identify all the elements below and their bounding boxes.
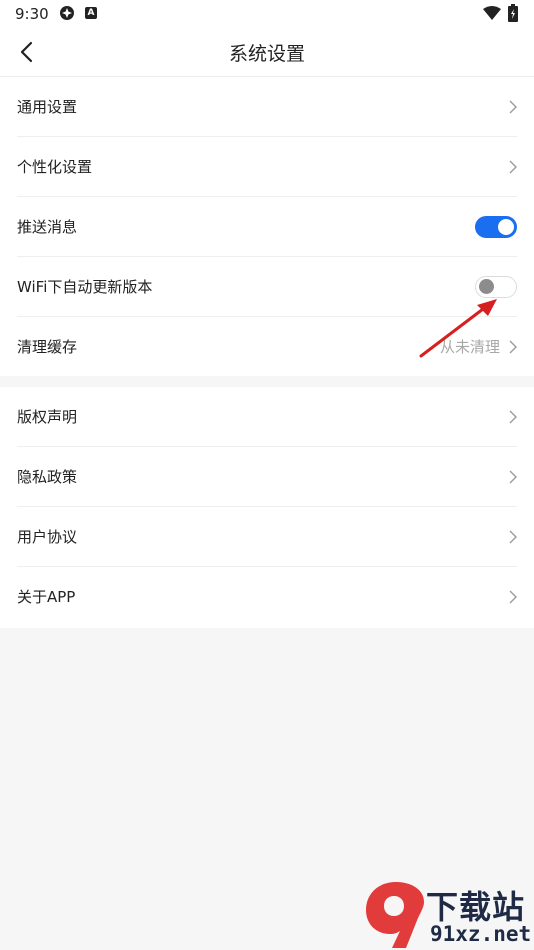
wifi-icon	[483, 6, 501, 20]
row-label: 版权声明	[17, 408, 78, 426]
chevron-right-icon	[509, 100, 517, 114]
row-about-app[interactable]: 关于APP	[0, 567, 534, 627]
row-label: 通用设置	[17, 98, 78, 116]
row-label: 用户协议	[17, 528, 78, 546]
watermark-logo-icon	[366, 882, 424, 948]
push-toggle[interactable]	[475, 216, 517, 238]
row-label: 个性化设置	[17, 158, 93, 176]
row-push-notifications: 推送消息	[0, 197, 534, 257]
row-label: 关于APP	[17, 588, 76, 606]
row-label: 清理缓存	[17, 338, 78, 356]
row-label: 隐私政策	[17, 468, 78, 486]
chevron-right-icon	[509, 590, 517, 604]
row-label: 推送消息	[17, 218, 78, 236]
toggle-knob	[498, 219, 514, 235]
annotation-arrow-icon	[419, 299, 497, 358]
status-bar: 9:30 A	[0, 0, 534, 28]
row-personalization[interactable]: 个性化设置	[0, 137, 534, 197]
row-general-settings[interactable]: 通用设置	[0, 77, 534, 137]
chevron-right-icon	[509, 470, 517, 484]
watermark-url: 91xz.net	[430, 922, 532, 946]
app-icon	[60, 6, 74, 20]
chevron-right-icon	[509, 340, 517, 354]
chevron-right-icon	[509, 530, 517, 544]
status-time: 9:30	[15, 5, 49, 23]
page-title: 系统设置	[228, 43, 305, 65]
row-copyright[interactable]: 版权声明	[0, 387, 534, 447]
chevron-right-icon	[509, 410, 517, 424]
row-user-agreement[interactable]: 用户协议	[0, 507, 534, 567]
watermark: 下载站 91xz.net	[360, 878, 534, 950]
chevron-right-icon	[509, 160, 517, 174]
header: 系统设置	[0, 28, 534, 77]
row-privacy-policy[interactable]: 隐私政策	[0, 447, 534, 507]
settings-group-legal: 版权声明 隐私政策 用户协议 关于APP	[0, 387, 534, 628]
battery-icon	[508, 4, 518, 22]
a-icon: A	[85, 7, 97, 19]
row-label: WiFi下自动更新版本	[17, 278, 153, 296]
